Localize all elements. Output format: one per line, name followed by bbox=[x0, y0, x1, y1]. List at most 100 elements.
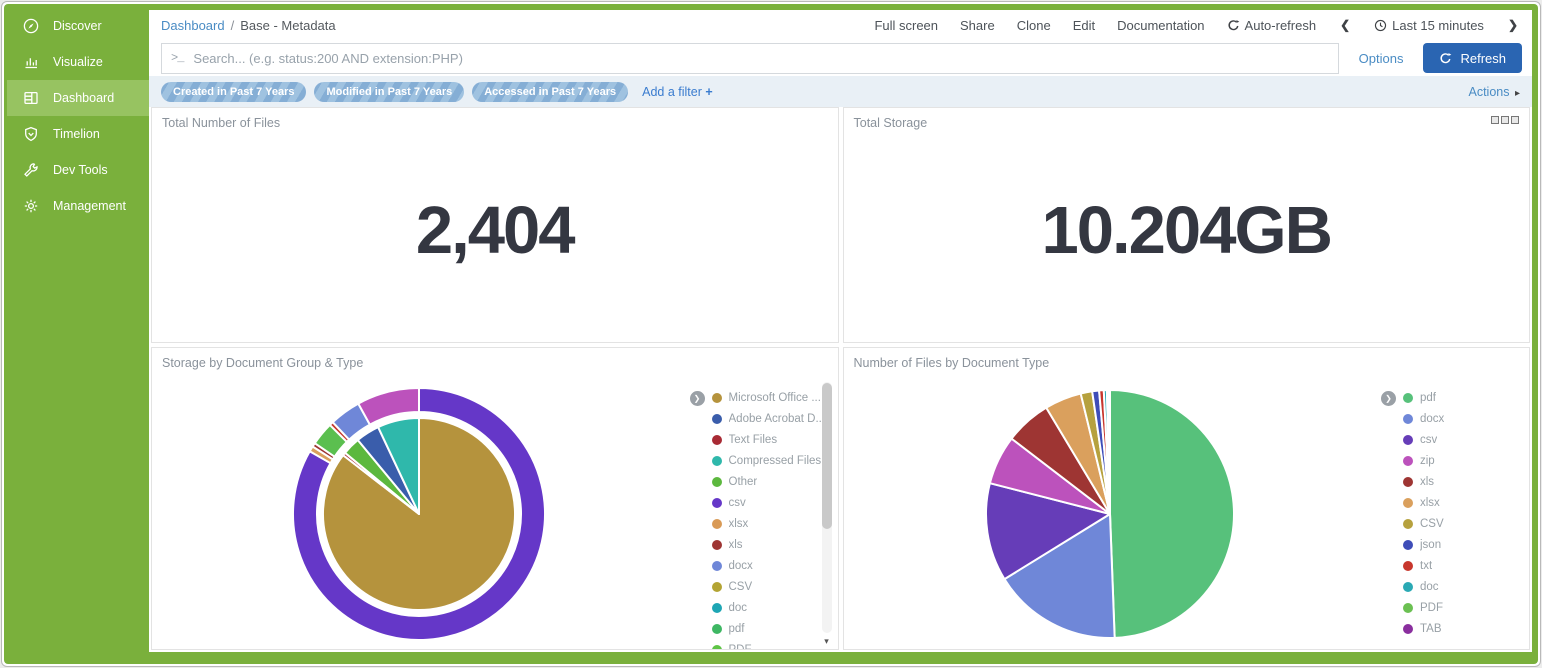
clock-icon bbox=[1374, 19, 1387, 32]
legend-item-adobe-acrobat-d-[interactable]: Adobe Acrobat D... bbox=[712, 413, 838, 425]
gear-icon bbox=[22, 197, 40, 215]
legend-item-pdf[interactable]: pdf bbox=[1403, 392, 1529, 404]
legend-item-docx[interactable]: docx bbox=[712, 560, 838, 572]
panel-total-storage: Total Storage 10.204GB bbox=[843, 107, 1531, 343]
sidebar-item-discover[interactable]: Discover bbox=[7, 8, 149, 44]
actions-label: Actions bbox=[1468, 85, 1509, 99]
legend-item-doc[interactable]: doc bbox=[1403, 581, 1529, 593]
sidebar-item-label: Management bbox=[53, 199, 126, 213]
search-bar: >_ Options Refresh bbox=[149, 38, 1532, 76]
legend-item-xlsx[interactable]: xlsx bbox=[712, 518, 838, 530]
menu-item-documentation[interactable]: Documentation bbox=[1117, 18, 1204, 33]
legend-item-doc[interactable]: doc bbox=[712, 602, 838, 614]
legend-label: txt bbox=[1420, 560, 1432, 572]
legend-scrollbar[interactable] bbox=[822, 382, 832, 633]
menu-item-full-screen[interactable]: Full screen bbox=[874, 18, 938, 33]
add-filter-link[interactable]: Add a filter + bbox=[642, 85, 713, 99]
metric-value-total-files: 2,404 bbox=[152, 192, 838, 269]
top-bar: Dashboard / Base - Metadata Full screenS… bbox=[149, 10, 1532, 38]
legend-item-docx[interactable]: docx bbox=[1403, 413, 1529, 425]
compass-icon bbox=[22, 17, 40, 35]
legend-item-csv[interactable]: CSV bbox=[712, 581, 838, 593]
legend-item-pdf[interactable]: pdf bbox=[712, 623, 838, 635]
auto-refresh-label: Auto-refresh bbox=[1245, 18, 1317, 33]
time-back-chevron-icon[interactable]: ❮ bbox=[1338, 18, 1352, 32]
legend-label: pdf bbox=[729, 623, 745, 635]
filter-pill-accessed-in-past-7-years[interactable]: Accessed in Past 7 Years bbox=[472, 82, 628, 102]
time-forward-chevron-icon[interactable]: ❯ bbox=[1506, 18, 1520, 32]
scrollbar-thumb[interactable] bbox=[822, 383, 832, 529]
chart-legend: ❯ Microsoft Office ... Adobe Acrobat D...… bbox=[686, 378, 838, 649]
legend-label: doc bbox=[729, 602, 748, 614]
legend-item-pdf[interactable]: PDF bbox=[712, 644, 838, 650]
scrollbar-down-arrow-icon[interactable]: ▾ bbox=[822, 636, 832, 647]
filter-pill-modified-in-past-7-years[interactable]: Modified in Past 7 Years bbox=[314, 82, 464, 102]
pie-slice-tab[interactable] bbox=[1109, 390, 1110, 514]
time-range-picker[interactable]: Last 15 minutes bbox=[1374, 18, 1484, 33]
legend-color-dot bbox=[712, 519, 722, 529]
legend-color-dot bbox=[712, 561, 722, 571]
legend-color-dot bbox=[712, 477, 722, 487]
legend-item-microsoft-office-[interactable]: Microsoft Office ... bbox=[712, 392, 838, 404]
legend-color-dot bbox=[712, 603, 722, 613]
top-menu: Full screen Share Clone Edit Documentation Au… bbox=[874, 18, 1520, 33]
legend-label: docx bbox=[1420, 413, 1444, 425]
sidebar-item-timelion[interactable]: Timelion bbox=[7, 116, 149, 152]
chart-legend: ❯ pdf docx csv zip xls xlsx CSV json txt doc PDF TA… bbox=[1377, 378, 1529, 649]
legend-label: csv bbox=[1420, 434, 1437, 446]
legend-item-xls[interactable]: xls bbox=[712, 539, 838, 551]
legend-toggle-icon[interactable]: ❯ bbox=[690, 391, 705, 406]
legend-item-csv[interactable]: csv bbox=[712, 497, 838, 509]
breadcrumb-dashboard-link[interactable]: Dashboard bbox=[161, 18, 225, 33]
legend-label: PDF bbox=[729, 644, 752, 650]
legend-color-dot bbox=[1403, 435, 1413, 445]
bar-chart-icon bbox=[22, 53, 40, 71]
legend-label: PDF bbox=[1420, 602, 1443, 614]
refresh-button[interactable]: Refresh bbox=[1423, 43, 1522, 73]
pie-slice-pdf[interactable] bbox=[1110, 390, 1234, 638]
legend-toggle-icon[interactable]: ❯ bbox=[1381, 391, 1396, 406]
legend-item-xls[interactable]: xls bbox=[1403, 476, 1529, 488]
auto-refresh-button[interactable]: Auto-refresh bbox=[1227, 18, 1317, 33]
panel-options-icon[interactable] bbox=[1491, 116, 1519, 124]
menu-item-edit[interactable]: Edit bbox=[1073, 18, 1095, 33]
legend-item-other[interactable]: Other bbox=[712, 476, 838, 488]
filter-bar: Created in Past 7 Years Modified in Past … bbox=[149, 76, 1532, 107]
dashboard-grid: Total Number of Files 2,404 Total Storag… bbox=[149, 105, 1532, 652]
legend-item-tab[interactable]: TAB bbox=[1403, 623, 1529, 635]
legend-item-xlsx[interactable]: xlsx bbox=[1403, 497, 1529, 509]
legend-color-dot bbox=[1403, 582, 1413, 592]
sidebar-item-management[interactable]: Management bbox=[7, 188, 149, 224]
search-input[interactable] bbox=[191, 50, 1328, 67]
menu-item-clone[interactable]: Clone bbox=[1017, 18, 1051, 33]
menu-item-share[interactable]: Share bbox=[960, 18, 995, 33]
main-content: Dashboard / Base - Metadata Full screenS… bbox=[149, 10, 1532, 652]
legend-item-csv[interactable]: CSV bbox=[1403, 518, 1529, 530]
legend-item-json[interactable]: json bbox=[1403, 539, 1529, 551]
add-filter-label: Add a filter bbox=[642, 85, 702, 99]
legend-item-zip[interactable]: zip bbox=[1403, 455, 1529, 467]
legend-item-txt[interactable]: txt bbox=[1403, 560, 1529, 572]
sidebar-item-visualize[interactable]: Visualize bbox=[7, 44, 149, 80]
sidebar-item-label: Dashboard bbox=[53, 91, 114, 105]
legend-item-text-files[interactable]: Text Files bbox=[712, 434, 838, 446]
legend-color-dot bbox=[712, 456, 722, 466]
legend-item-pdf[interactable]: PDF bbox=[1403, 602, 1529, 614]
sidebar: DiscoverVisualize Dashboard Timelion Dev To… bbox=[7, 8, 149, 652]
filter-pill-created-in-past-7-years[interactable]: Created in Past 7 Years bbox=[161, 82, 306, 102]
legend-item-compressed-files[interactable]: Compressed Files bbox=[712, 455, 838, 467]
options-link[interactable]: Options bbox=[1359, 51, 1404, 66]
search-box[interactable]: >_ bbox=[161, 43, 1339, 74]
legend-color-dot bbox=[712, 624, 722, 634]
sidebar-nav: DiscoverVisualize Dashboard Timelion Dev To… bbox=[7, 8, 149, 224]
sidebar-item-label: Timelion bbox=[53, 127, 100, 141]
pie-chart-files bbox=[844, 378, 1378, 649]
sidebar-item-dashboard[interactable]: Dashboard bbox=[7, 80, 149, 116]
legend-item-csv[interactable]: csv bbox=[1403, 434, 1529, 446]
app-window: DiscoverVisualize Dashboard Timelion Dev To… bbox=[1, 1, 1541, 667]
sidebar-item-dev-tools[interactable]: Dev Tools bbox=[7, 152, 149, 188]
legend-color-dot bbox=[1403, 540, 1413, 550]
legend-label: zip bbox=[1420, 455, 1435, 467]
actions-link[interactable]: Actions ▸ bbox=[1468, 85, 1520, 99]
legend-color-dot bbox=[1403, 414, 1413, 424]
